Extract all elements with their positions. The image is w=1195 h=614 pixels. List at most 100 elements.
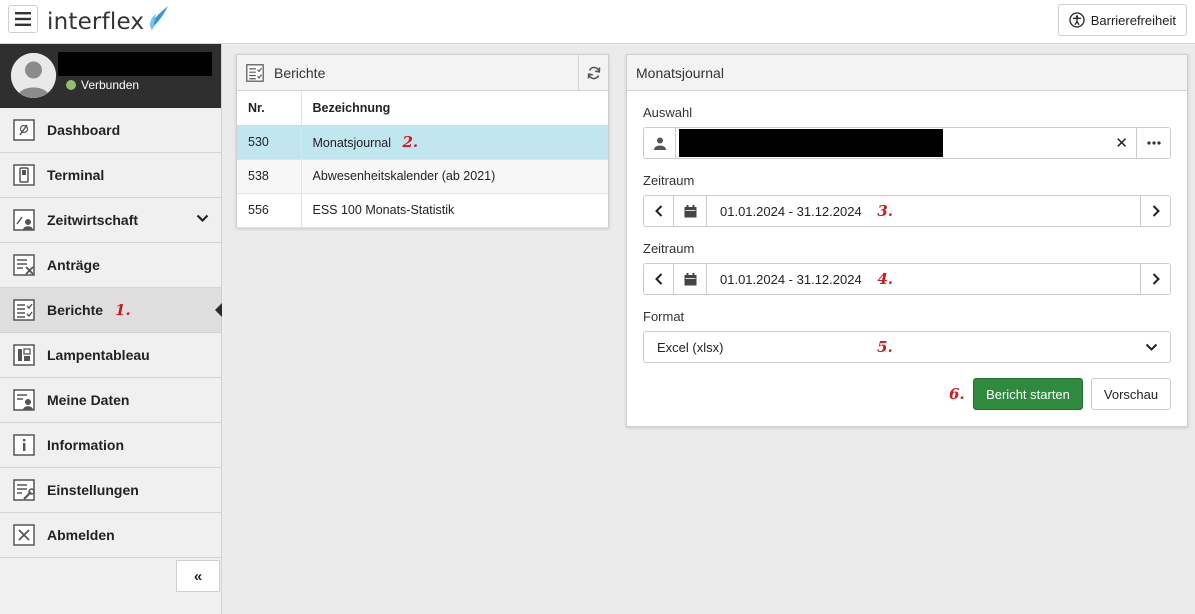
- sidebar-item-label: Abmelden: [47, 527, 115, 543]
- dashboard-icon: [13, 119, 35, 141]
- reports-panel-header: Berichte: [237, 55, 608, 91]
- user-icon: [653, 137, 666, 150]
- annotation-marker: 2.: [402, 133, 419, 151]
- time-management-icon: [13, 209, 35, 231]
- my-data-icon: [13, 389, 35, 411]
- reports-icon: [246, 63, 264, 82]
- preview-button[interactable]: Vorschau: [1091, 378, 1171, 410]
- table-row[interactable]: 556 ESS 100 Monats-Statistik: [237, 193, 608, 228]
- row-nr: 530: [237, 125, 302, 160]
- auswahl-label: Auswahl: [643, 105, 693, 120]
- format-value: Excel (xlsx): [657, 340, 724, 355]
- refresh-icon: [587, 66, 600, 80]
- auswahl-field[interactable]: ✕: [643, 127, 1171, 159]
- sidebar-item-information[interactable]: Information: [0, 423, 221, 468]
- column-header-bezeichnung[interactable]: Bezeichnung: [301, 91, 608, 126]
- more-options-button[interactable]: [1136, 128, 1170, 158]
- table-header-row: Nr. Bezeichnung: [237, 91, 608, 126]
- format-value-cell: Excel (xlsx) 5.: [644, 338, 1145, 356]
- sidebar: Verbunden Dashboard Terminal Zeitwirtsch…: [0, 44, 222, 614]
- lamp-board-icon: [13, 344, 35, 366]
- zeitraum-label: Zeitraum: [643, 241, 695, 256]
- zeitraum-value-cell: 01.01.2024 - 31.12.2024 4.: [707, 270, 1140, 288]
- butterfly-logo-icon: [150, 6, 169, 30]
- user-name-redacted: [58, 52, 212, 76]
- top-bar: interflex Barrierefreiheit: [0, 0, 1195, 44]
- logo-text: interflex: [47, 9, 145, 35]
- row-name: ESS 100 Monats-Statistik: [301, 193, 608, 228]
- requests-icon: [13, 254, 35, 276]
- format-label: Format: [643, 309, 685, 324]
- row-nr: 556: [237, 193, 302, 228]
- reports-table: Nr. Bezeichnung 530 Monatsjournal 2. 538…: [237, 91, 608, 228]
- panel-title: Berichte: [274, 64, 326, 81]
- column-header-nr[interactable]: Nr.: [237, 91, 302, 126]
- annotation-marker: 6.: [949, 385, 965, 403]
- accessibility-button[interactable]: Barrierefreiheit: [1057, 4, 1187, 36]
- next-period-button[interactable]: [1140, 196, 1170, 226]
- sidebar-item-label: Anträge: [47, 257, 100, 273]
- calendar-button[interactable]: [674, 264, 707, 294]
- zeitraum-field-2[interactable]: 01.01.2024 - 31.12.2024 4.: [643, 263, 1171, 295]
- panel-title: Monatsjournal: [636, 64, 724, 81]
- previous-period-button[interactable]: [644, 264, 674, 294]
- chevron-right-icon: [1152, 205, 1160, 217]
- zeitraum-field-1[interactable]: 01.01.2024 - 31.12.2024 3.: [643, 195, 1171, 227]
- next-period-button[interactable]: [1140, 264, 1170, 294]
- annotation-marker: 4.: [877, 270, 893, 288]
- format-select[interactable]: Excel (xlsx) 5.: [643, 331, 1171, 363]
- sidebar-item-abmelden[interactable]: Abmelden: [0, 513, 221, 558]
- sidebar-item-zeitwirtschaft[interactable]: Zeitwirtschaft: [0, 198, 221, 243]
- user-icon-addon: [644, 128, 676, 158]
- chevron-down-icon: [1145, 343, 1158, 351]
- sidebar-item-label: Zeitwirtschaft: [47, 212, 139, 228]
- reports-icon: [13, 299, 35, 321]
- zeitraum-value: 01.01.2024 - 31.12.2024: [720, 272, 862, 287]
- info-icon: [13, 434, 35, 456]
- sidebar-collapse-button[interactable]: «: [176, 560, 220, 592]
- row-nr: 538: [237, 159, 302, 194]
- refresh-button[interactable]: [578, 55, 608, 91]
- table-row[interactable]: 538 Abwesenheitskalender (ab 2021): [237, 159, 608, 194]
- monatsjournal-panel-header: Monatsjournal: [627, 55, 1187, 91]
- chevron-down-icon: [196, 214, 209, 223]
- row-name: Monatsjournal: [312, 136, 392, 150]
- chevron-left-icon: [654, 205, 662, 217]
- zeitraum-value-cell: 01.01.2024 - 31.12.2024 3.: [707, 202, 1140, 220]
- annotation-marker: 3.: [877, 202, 893, 220]
- sidebar-item-terminal[interactable]: Terminal: [0, 153, 221, 198]
- start-report-button[interactable]: Bericht starten: [973, 378, 1083, 410]
- sidebar-item-label: Meine Daten: [47, 392, 130, 408]
- monatsjournal-panel: Monatsjournal Auswahl ✕ Zeitraum 01.01.2…: [626, 54, 1188, 427]
- sidebar-item-einstellungen[interactable]: Einstellungen: [0, 468, 221, 513]
- auswahl-value-redacted: [679, 129, 943, 157]
- sidebar-item-label: Dashboard: [47, 122, 121, 138]
- status-label: Verbunden: [81, 78, 140, 92]
- clear-icon[interactable]: ✕: [1115, 134, 1128, 152]
- terminal-icon: [13, 164, 35, 186]
- accessibility-icon: [1069, 12, 1085, 28]
- menu-toggle-button[interactable]: [8, 5, 38, 33]
- sidebar-item-meine-daten[interactable]: Meine Daten: [0, 378, 221, 423]
- annotation-marker: 5.: [877, 338, 893, 356]
- chevron-left-icon: [654, 273, 662, 285]
- sidebar-item-label: Berichte: [47, 302, 104, 318]
- user-box: Verbunden: [0, 44, 221, 108]
- accessibility-label: Barrierefreiheit: [1090, 12, 1176, 28]
- table-row[interactable]: 530 Monatsjournal 2.: [237, 125, 608, 160]
- sidebar-item-antraege[interactable]: Anträge: [0, 243, 221, 288]
- annotation-marker: 1.: [115, 301, 131, 319]
- chevron-right-icon: [1152, 273, 1160, 285]
- calendar-icon: [684, 272, 696, 285]
- sidebar-item-berichte[interactable]: Berichte 1.: [0, 288, 222, 333]
- calendar-button[interactable]: [674, 196, 707, 226]
- previous-period-button[interactable]: [644, 196, 674, 226]
- sidebar-item-dashboard[interactable]: Dashboard: [0, 108, 221, 153]
- zeitraum-label: Zeitraum: [643, 173, 695, 188]
- user-avatar-icon: [11, 53, 56, 98]
- sidebar-item-lampentableau[interactable]: Lampentableau: [0, 333, 221, 378]
- settings-icon: [13, 479, 35, 501]
- zeitraum-value: 01.01.2024 - 31.12.2024: [720, 204, 862, 219]
- sidebar-item-label: Lampentableau: [47, 347, 150, 363]
- logo: interflex: [47, 6, 170, 36]
